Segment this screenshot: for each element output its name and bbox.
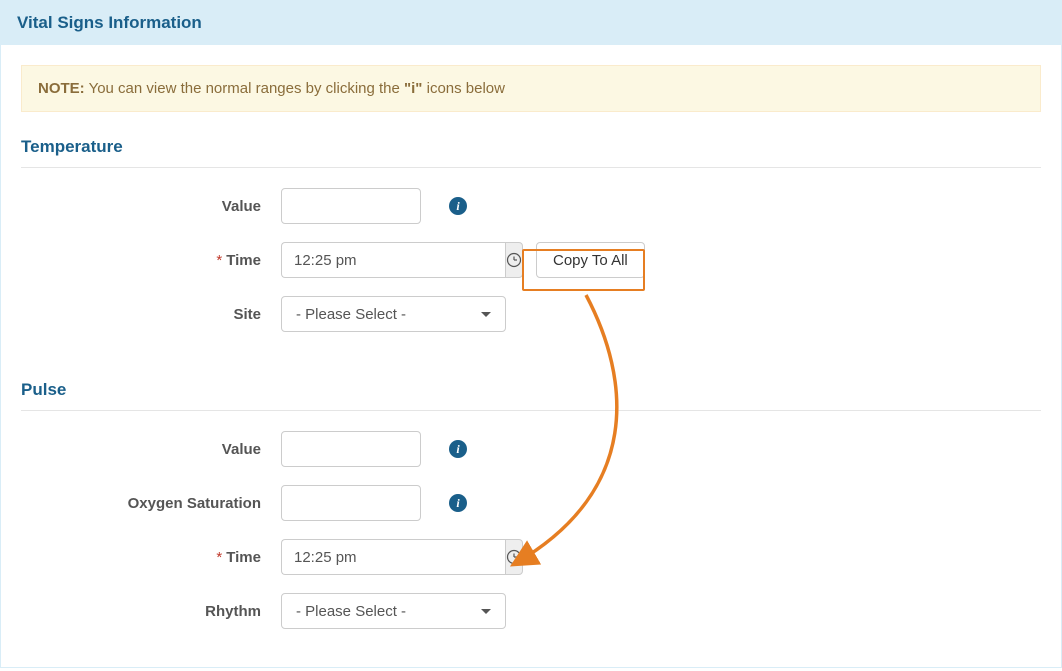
copy-to-all-button[interactable]: Copy To All [536, 242, 645, 278]
temperature-value-row: Value i [21, 188, 1041, 224]
temperature-time-group [281, 242, 506, 278]
temperature-time-label-text: Time [226, 252, 261, 269]
required-star: * [216, 549, 222, 566]
panel-header: Vital Signs Information [1, 1, 1061, 45]
required-star: * [216, 252, 222, 269]
info-icon[interactable]: i [449, 440, 467, 458]
temperature-time-input[interactable] [281, 242, 505, 278]
section-title-temperature: Temperature [21, 137, 1041, 157]
chevron-down-icon [481, 609, 491, 614]
section-title-pulse: Pulse [21, 380, 1041, 400]
clock-icon-svg [506, 252, 522, 268]
vital-signs-panel: Vital Signs Information NOTE: You can vi… [0, 0, 1062, 668]
clock-icon-svg [506, 549, 522, 565]
temperature-value-label: Value [21, 198, 281, 215]
panel-body: NOTE: You can view the normal ranges by … [1, 45, 1061, 667]
clock-icon[interactable] [505, 242, 523, 278]
temperature-site-row: Site - Please Select - [21, 296, 1041, 332]
pulse-value-input[interactable] [281, 431, 421, 467]
note-quoted: "i" [404, 80, 422, 97]
pulse-time-row: *Time [21, 539, 1041, 575]
panel-title: Vital Signs Information [17, 13, 202, 32]
temperature-time-row: *Time Copy To All [21, 242, 1041, 278]
pulse-oxy-label: Oxygen Saturation [21, 495, 281, 512]
note-box: NOTE: You can view the normal ranges by … [21, 65, 1041, 112]
pulse-time-label: *Time [21, 549, 281, 566]
pulse-oxy-row: Oxygen Saturation i [21, 485, 1041, 521]
pulse-rhythm-selected: - Please Select - [296, 603, 406, 620]
pulse-time-label-text: Time [226, 549, 261, 566]
note-text-before: You can view the normal ranges by clicki… [85, 80, 404, 97]
note-bold: NOTE: [38, 80, 85, 97]
temperature-value-input[interactable] [281, 188, 421, 224]
note-text-after: icons below [422, 80, 505, 97]
pulse-time-group [281, 539, 506, 575]
pulse-value-row: Value i [21, 431, 1041, 467]
temperature-time-label: *Time [21, 252, 281, 269]
temperature-site-label: Site [21, 306, 281, 323]
info-icon[interactable]: i [449, 494, 467, 512]
temperature-site-selected: - Please Select - [296, 306, 406, 323]
divider [21, 410, 1041, 411]
pulse-time-input[interactable] [281, 539, 505, 575]
temperature-site-select[interactable]: - Please Select - [281, 296, 506, 332]
pulse-rhythm-row: Rhythm - Please Select - [21, 593, 1041, 629]
pulse-value-label: Value [21, 441, 281, 458]
pulse-rhythm-select[interactable]: - Please Select - [281, 593, 506, 629]
clock-icon[interactable] [505, 539, 523, 575]
divider [21, 167, 1041, 168]
pulse-rhythm-label: Rhythm [21, 603, 281, 620]
pulse-oxy-input[interactable] [281, 485, 421, 521]
chevron-down-icon [481, 312, 491, 317]
info-icon[interactable]: i [449, 197, 467, 215]
